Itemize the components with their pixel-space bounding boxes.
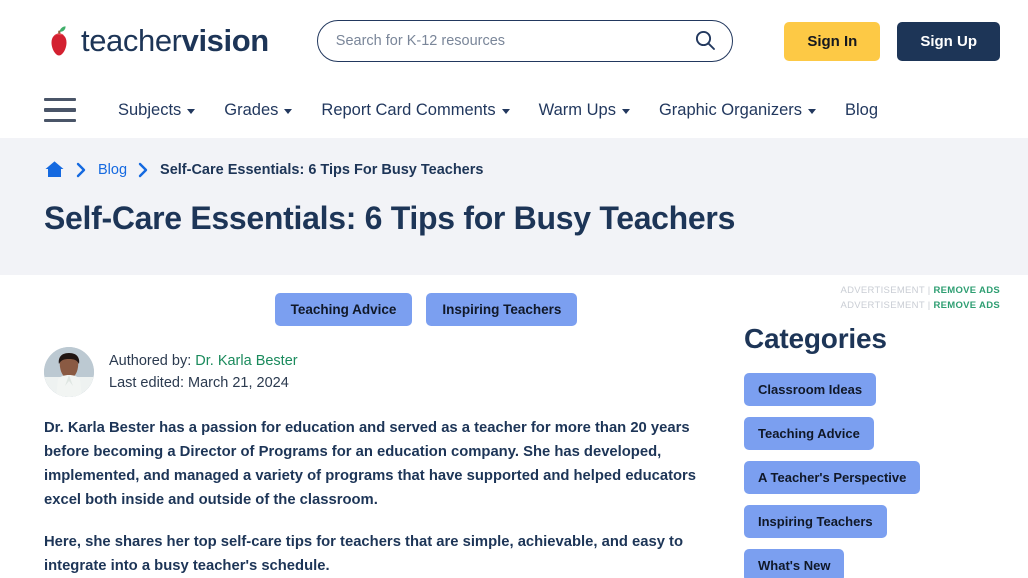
nav-item-grades[interactable]: Grades — [224, 100, 293, 120]
nav-label: Subjects — [118, 100, 182, 119]
breadcrumb-link-blog[interactable]: Blog — [98, 162, 127, 178]
nav-item-warm-ups[interactable]: Warm Ups — [539, 101, 630, 120]
breadcrumb: Blog Self-Care Essentials: 6 Tips For Bu… — [44, 160, 984, 179]
hamburger-bar — [44, 108, 76, 112]
home-icon[interactable] — [44, 160, 65, 179]
category-inspiring-teachers[interactable]: Inspiring Teachers — [744, 505, 887, 539]
article-tag-teaching-advice[interactable]: Teaching Advice — [274, 293, 413, 326]
advertisement-notice: ADVERTISEMENT | REMOVE ADS — [744, 283, 1000, 298]
chevron-down-icon — [187, 108, 196, 114]
apple-icon — [44, 24, 74, 58]
search-input[interactable] — [335, 33, 694, 49]
chevron-down-icon — [808, 108, 817, 114]
category-teaching-advice[interactable]: Teaching Advice — [744, 417, 874, 451]
title-band: Blog Self-Care Essentials: 6 Tips For Bu… — [0, 138, 1028, 275]
advertisement-divider: | — [927, 285, 931, 296]
author-byline: Authored by: Dr. Karla Bester Last edite… — [44, 347, 716, 397]
hamburger-bar — [44, 98, 76, 102]
article-paragraph-2: Here, she shares her top self-care tips … — [44, 533, 683, 574]
article-paragraph-1: Dr. Karla Bester has a passion for educa… — [44, 420, 697, 508]
search-button[interactable] — [694, 29, 716, 54]
logo-text-bold: vision — [181, 23, 270, 58]
remove-ads-link[interactable]: REMOVE ADS — [933, 285, 1000, 296]
nav-item-graphic-organizers[interactable]: Graphic Organizers — [658, 100, 817, 120]
site-logo[interactable]: teachervision — [44, 23, 269, 59]
category-classroom-ideas[interactable]: Classroom Ideas — [744, 373, 877, 407]
sign-up-button[interactable]: Sign Up — [897, 21, 1000, 61]
site-header: teachervision Sign In Sign Up — [0, 0, 1028, 82]
nav-item-report-card-comments[interactable]: Report Card Comments — [321, 100, 510, 120]
search-bar[interactable] — [316, 20, 733, 62]
advertisement-label: ADVERTISEMENT — [840, 300, 925, 312]
nav-item-subjects[interactable]: Subjects — [118, 100, 196, 120]
header-actions: Sign In Sign Up — [784, 21, 1000, 61]
categories-heading: Categories — [744, 323, 887, 355]
remove-ads-link[interactable]: REMOVE ADS — [933, 300, 1000, 311]
sidebar: ADVERTISEMENT | REMOVE ADS ADVERTISEMENT… — [716, 275, 1000, 578]
nav-label: Graphic Organizers — [658, 100, 803, 119]
nav-label: Warm Ups — [538, 100, 616, 119]
last-edited-line: Last edited: March 21, 2024 — [109, 372, 298, 394]
avatar — [44, 347, 94, 397]
author-meta: Authored by: Dr. Karla Bester Last edite… — [109, 350, 298, 395]
authored-by-label: Authored by: — [109, 352, 192, 369]
advertisement-notice: ADVERTISEMENT | REMOVE ADS — [744, 298, 1000, 313]
article-tag-row: Teaching Advice Inspiring Teachers — [44, 293, 716, 326]
search-icon — [694, 29, 716, 54]
breadcrumb-current: Self-Care Essentials: 6 Tips For Busy Te… — [160, 161, 484, 178]
page-title: Self-Care Essentials: 6 Tips for Busy Te… — [44, 200, 736, 236]
last-edited-label: Last edited: — [109, 375, 184, 391]
chevron-down-icon — [501, 108, 510, 114]
article-column: Teaching Advice Inspiring Teachers Autho… — [44, 275, 716, 578]
author-name-link[interactable]: Dr. Karla Bester — [195, 353, 297, 369]
advertisement-notices: ADVERTISEMENT | REMOVE ADS ADVERTISEMENT… — [744, 283, 1000, 313]
nav-item-blog[interactable]: Blog — [845, 101, 878, 120]
nav-label: Report Card Comments — [321, 100, 496, 119]
last-edited-date: March 21, 2024 — [188, 375, 289, 391]
nav-label: Grades — [224, 100, 279, 119]
article-tag-inspiring-teachers[interactable]: Inspiring Teachers — [426, 293, 578, 326]
chevron-down-icon — [284, 108, 293, 114]
chevron-right-icon — [76, 162, 87, 178]
advertisement-label: ADVERTISEMENT — [840, 285, 925, 296]
authored-by-line: Authored by: Dr. Karla Bester — [109, 350, 298, 372]
main-navigation: Subjects Grades Report Card Comments War… — [0, 82, 1028, 138]
main-content: Teaching Advice Inspiring Teachers Autho… — [0, 275, 1028, 578]
chevron-right-icon — [138, 162, 149, 178]
hamburger-menu-icon[interactable] — [44, 98, 76, 122]
chevron-down-icon — [621, 108, 630, 114]
nav-label: Blog — [845, 100, 879, 119]
logo-wordmark: teachervision — [81, 23, 269, 59]
logo-text-light: teacher — [81, 23, 182, 58]
sign-in-button[interactable]: Sign In — [784, 21, 881, 61]
advertisement-divider: | — [927, 300, 931, 312]
hamburger-bar — [44, 118, 76, 122]
category-a-teachers-perspective[interactable]: A Teacher's Perspective — [744, 461, 921, 495]
categories-list: Classroom Ideas Teaching Advice A Teache… — [744, 373, 1000, 578]
category-whats-new[interactable]: What's New — [744, 549, 845, 578]
